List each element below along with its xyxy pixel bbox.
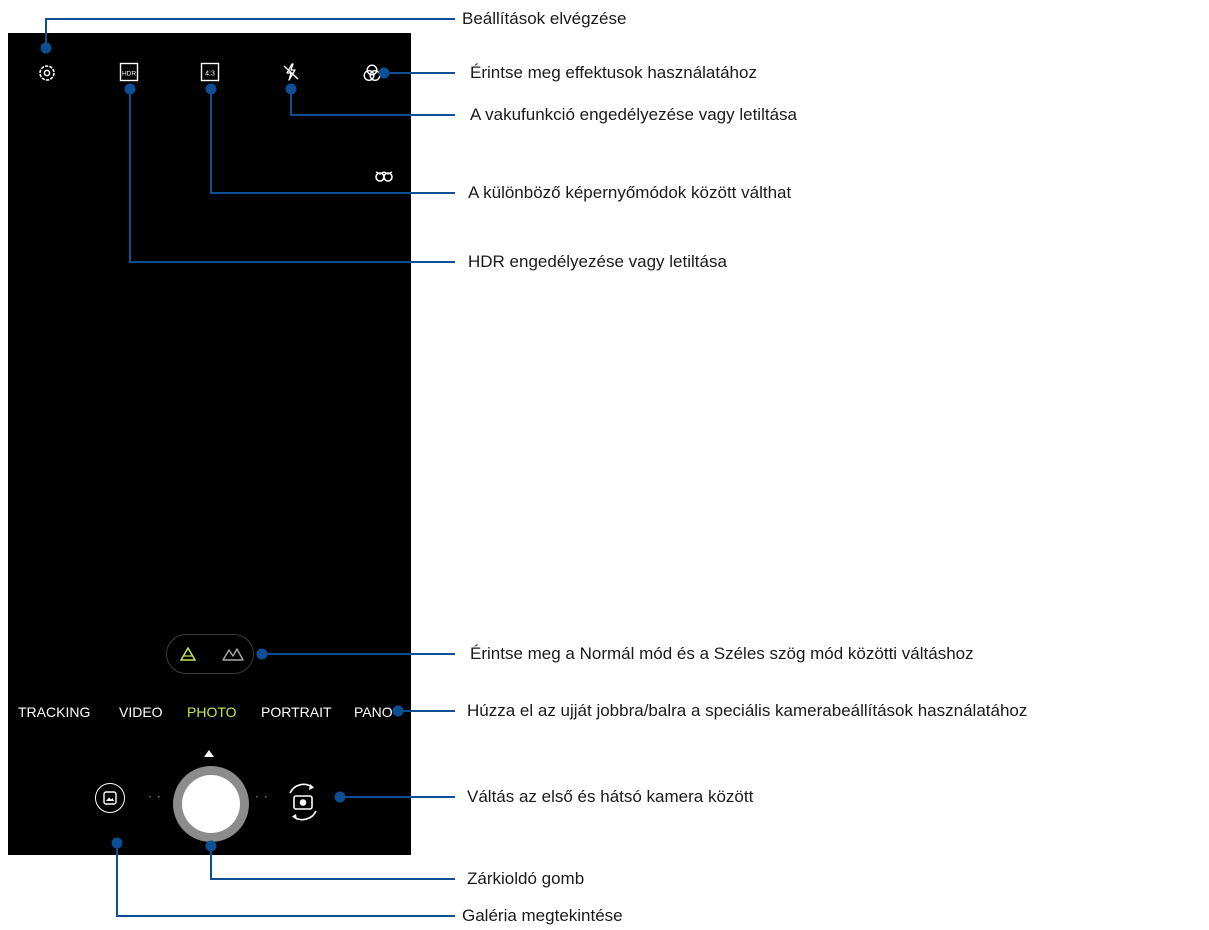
callout-effects: Érintse meg effektusok használatához <box>470 63 757 82</box>
callout-gallery: Galéria megtekintése <box>462 906 623 925</box>
callout-settings: Beállítások elvégzése <box>462 9 627 28</box>
callout-switch-camera: Váltás az első és hátsó kamera között <box>467 787 754 806</box>
callout-flash: A vakufunkció engedélyezése vagy letiltá… <box>470 105 797 124</box>
callout-lens: Érintse meg a Normál mód és a Széles szö… <box>470 644 974 663</box>
camera-guide-figure: HDR 4:3 TRACKING VIDEO PHOTO PORTRAIT PA… <box>0 0 1209 930</box>
callout-aspect: A különböző képernyőmódok között válthat <box>468 183 792 202</box>
callout-hdr: HDR engedélyezése vagy letiltása <box>468 252 727 271</box>
callout-shutter: Zárkioldó gomb <box>467 869 585 888</box>
callout-modes: Húzza el az ujját jobbra/balra a speciál… <box>467 701 1028 720</box>
